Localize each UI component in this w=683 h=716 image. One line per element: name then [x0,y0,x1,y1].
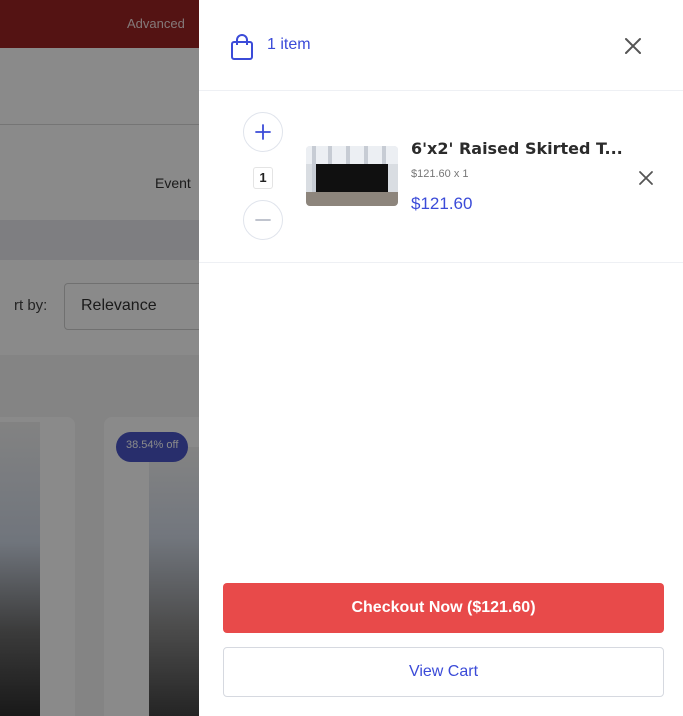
close-icon[interactable] [620,33,646,59]
item-line-total: $121.60 [411,194,473,213]
checkout-button[interactable]: Checkout Now ($121.60) [223,583,664,633]
cart-header: 1 item [199,0,683,91]
item-unit-price: $121.60 x 1 [411,168,469,180]
view-cart-button[interactable]: View Cart [223,647,664,697]
minus-icon [255,219,271,221]
item-name[interactable]: 6'x2' Raised Skirted T... [411,139,623,158]
shopping-bag-icon [231,34,253,60]
cart-drawer: 1 item 1 6'x2' Raised Skirted T... $121.… [199,0,683,716]
quantity-value[interactable]: 1 [253,167,273,189]
cart-line-item: 1 6'x2' Raised Skirted T... $121.60 x 1 … [199,91,683,263]
plus-icon [255,124,271,140]
cart-item-count: 1 item [267,36,311,53]
increase-quantity-button[interactable] [243,112,283,152]
remove-icon[interactable] [636,168,656,188]
skirted-table-shape [316,164,388,192]
decrease-quantity-button[interactable] [243,200,283,240]
product-thumbnail [306,146,398,206]
